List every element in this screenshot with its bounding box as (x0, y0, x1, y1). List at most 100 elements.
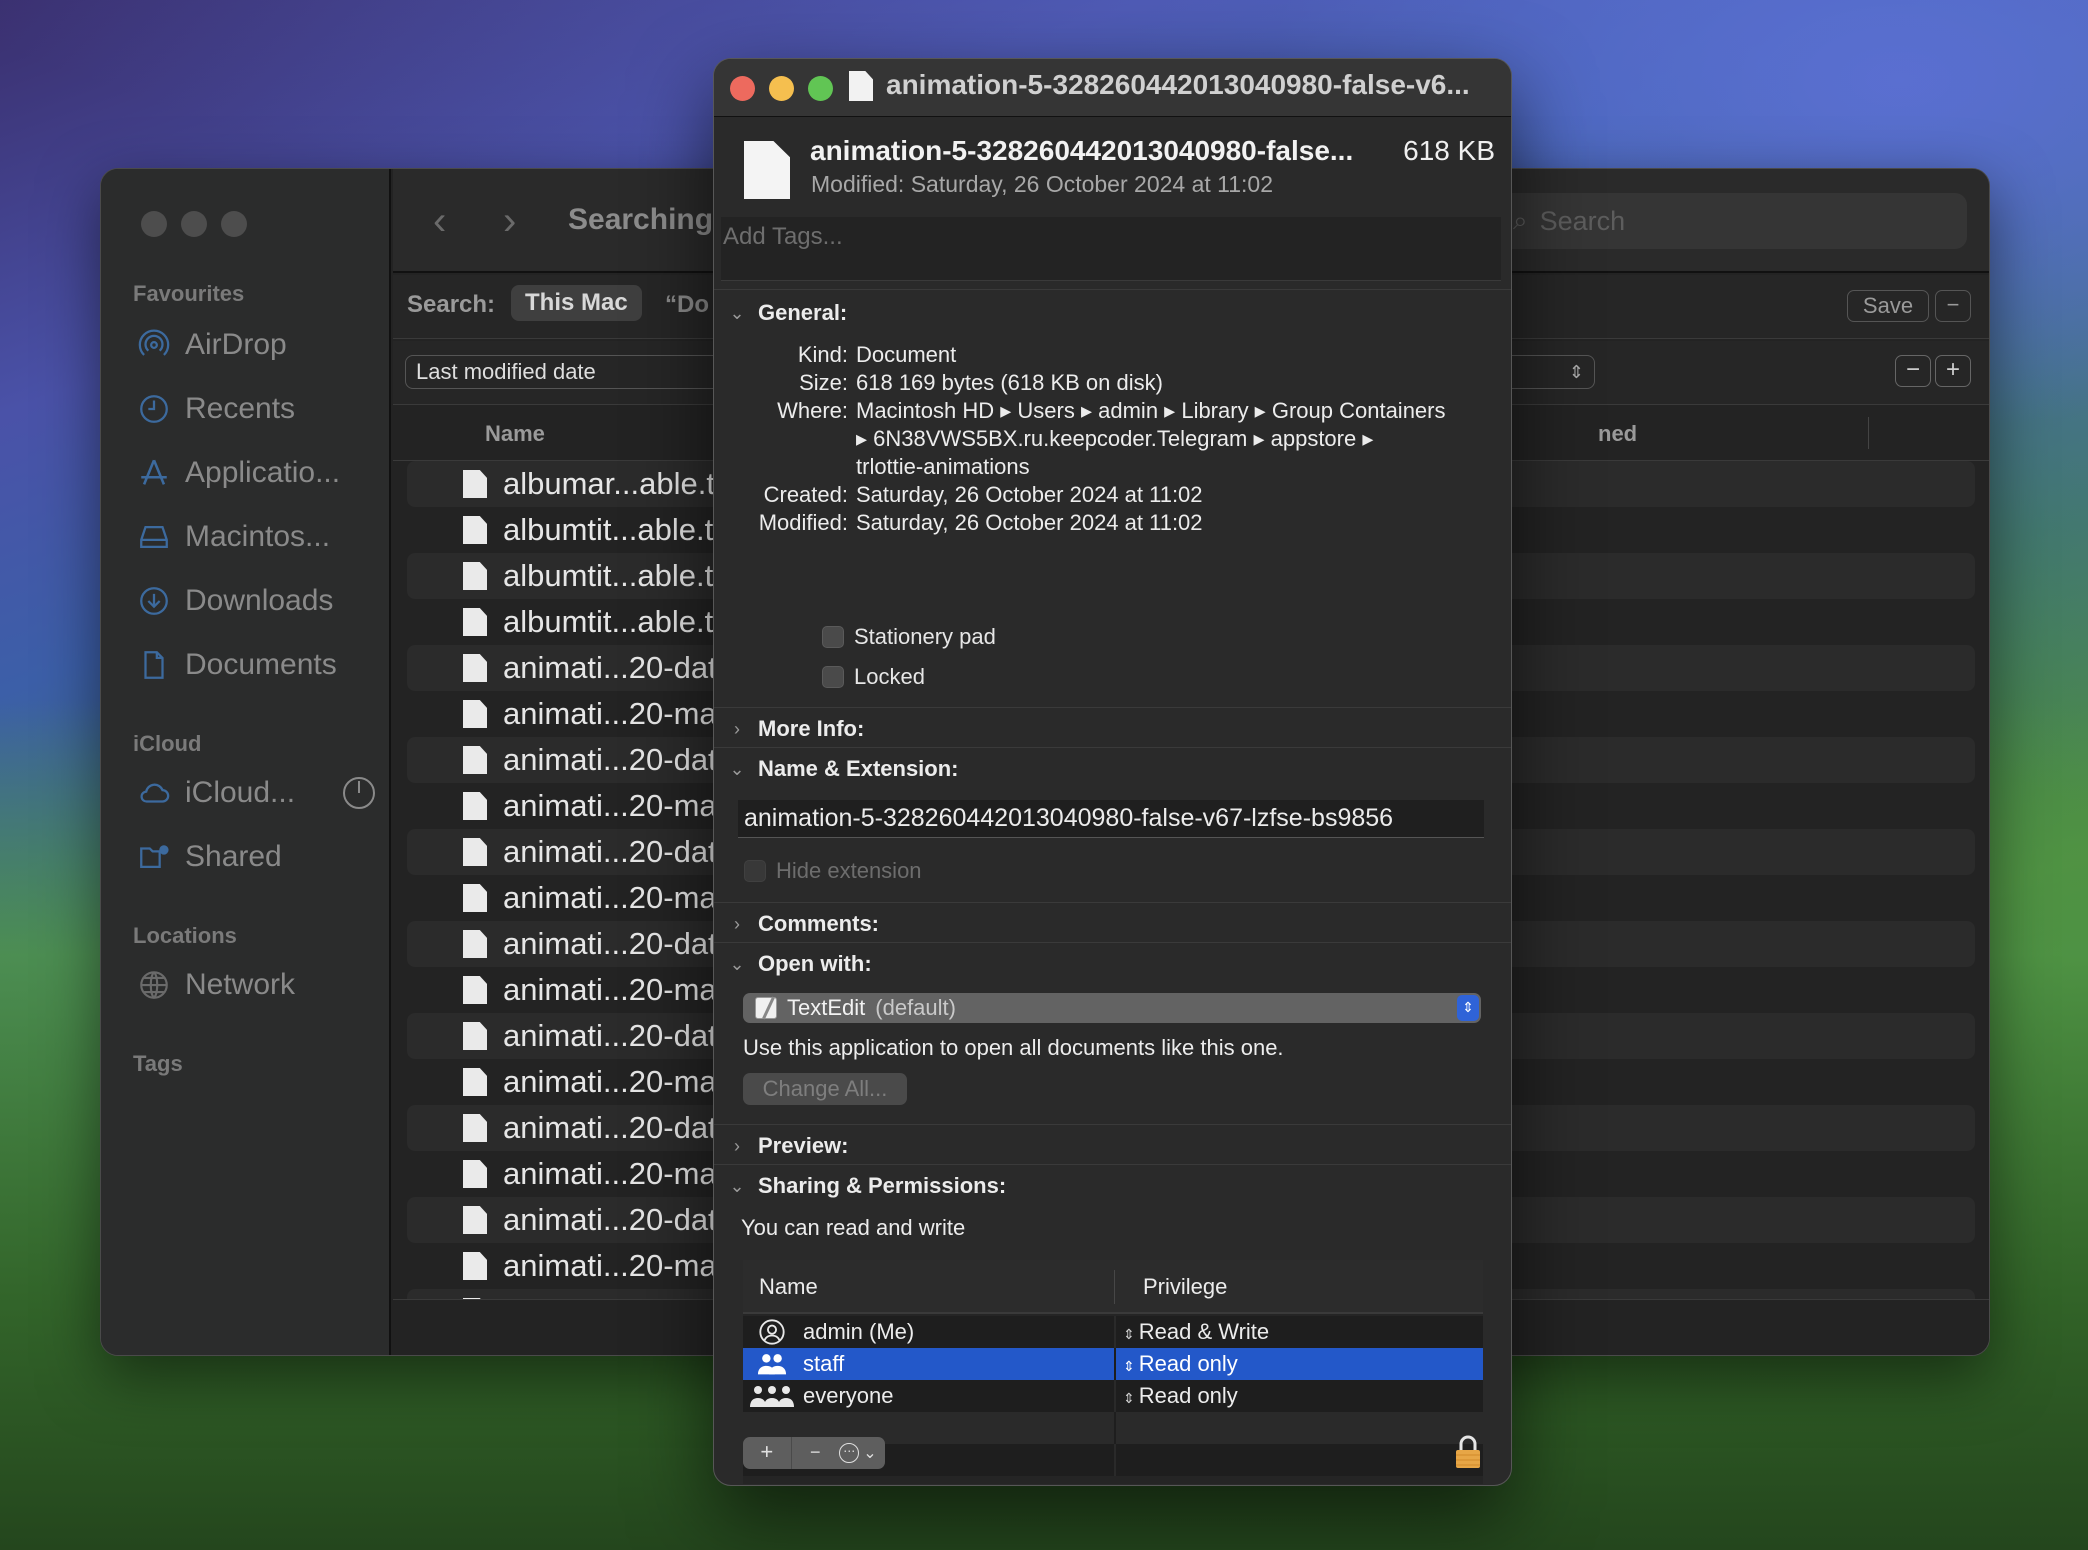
hard-drive-icon (137, 520, 171, 554)
chevron-down-icon: ⌄ (729, 1175, 745, 1196)
file-name: animati...20-dat (503, 650, 717, 685)
checkbox-label: Locked (854, 664, 925, 689)
document-icon (463, 1206, 487, 1234)
document-icon (463, 746, 487, 774)
search-placeholder: Search (1539, 205, 1626, 236)
sidebar-item-shared[interactable]: Shared (137, 835, 282, 879)
applications-icon (137, 456, 171, 490)
sidebar-item-macintosh-hd[interactable]: Macintos... (137, 515, 330, 559)
preview-section-toggle[interactable]: › Preview: (728, 1133, 849, 1159)
created-value: Saturday, 26 October 2024 at 11:02 (856, 482, 1203, 507)
minimize-button[interactable] (181, 211, 207, 237)
open-with-section: ⌄ Open with: TextEdit (default) ⇕ Use th… (714, 942, 1511, 1124)
scope-folder-button[interactable]: “Do (665, 291, 709, 319)
checkbox-box[interactable] (822, 626, 844, 648)
general-section-toggle[interactable]: ⌄ General: (728, 300, 847, 326)
document-icon (463, 792, 487, 820)
back-button[interactable]: ‹ (433, 199, 446, 244)
permissions-toolbar: + − (743, 1437, 839, 1469)
open-with-hint: Use this application to open all documen… (743, 1035, 1284, 1060)
permission-row[interactable]: admin (Me) ⇕ Read & Write (743, 1316, 1483, 1348)
window-controls-inactive (141, 211, 247, 237)
close-button[interactable] (141, 211, 167, 237)
document-icon (463, 976, 487, 1004)
sidebar-item-applications[interactable]: Applicatio... (137, 451, 340, 495)
more-info-section-toggle[interactable]: › More Info: (728, 716, 864, 742)
tags-input[interactable]: Add Tags... (721, 217, 1501, 281)
scope-label: Search: (407, 291, 496, 318)
privilege-value: Read only (1138, 1383, 1238, 1408)
scope-this-mac-button[interactable]: This Mac (511, 285, 642, 321)
section-title: Name & Extension: (758, 756, 959, 781)
file-name: animati...20-ma (503, 1156, 717, 1191)
permission-row-selected[interactable]: staff ⇕ Read only (743, 1348, 1483, 1380)
sidebar-item-network[interactable]: Network (137, 963, 295, 1007)
privilege-select[interactable]: ⇕ Read only (1123, 1383, 1238, 1409)
action-menu-button[interactable]: ⋯ ⌄ (831, 1437, 885, 1469)
remove-scope-button[interactable]: − (1935, 290, 1971, 322)
permission-name: everyone (803, 1383, 894, 1408)
minimize-button[interactable] (769, 76, 794, 101)
stationery-pad-checkbox[interactable]: Stationery pad (822, 624, 996, 650)
checkbox-box[interactable] (822, 666, 844, 688)
file-name: albumtit...able.t (503, 558, 714, 593)
column-header-name[interactable]: Name (485, 421, 545, 447)
more-info-section: › More Info: (714, 707, 1511, 747)
remove-criteria-button[interactable]: − (1895, 355, 1931, 387)
group-icon (757, 1351, 787, 1377)
name-extension-section-toggle[interactable]: ⌄ Name & Extension: (728, 756, 959, 782)
user-icon (757, 1319, 787, 1345)
column-header-date-opened[interactable]: ned (1598, 421, 1637, 447)
checkbox-label: Stationery pad (854, 624, 996, 649)
sidebar-item-icloud-drive[interactable]: iCloud... (137, 771, 376, 815)
comments-section: › Comments: (714, 902, 1511, 942)
everyone-icon (749, 1383, 795, 1409)
privilege-select[interactable]: ⇕ Read only (1123, 1351, 1238, 1377)
preview-section: › Preview: (714, 1124, 1511, 1164)
zoom-button[interactable] (808, 76, 833, 101)
search-field[interactable]: ⌕ Search (1497, 193, 1967, 249)
permissions-table-header: Name Privilege (743, 1260, 1483, 1314)
file-name: animati...20-ma (503, 880, 717, 915)
permission-row[interactable]: everyone ⇕ Read only (743, 1380, 1483, 1412)
chevron-updown-icon: ⇕ (1457, 995, 1479, 1021)
checkbox-box[interactable] (744, 860, 766, 882)
sharing-section-toggle[interactable]: ⌄ Sharing & Permissions: (728, 1173, 1006, 1199)
shared-folder-icon (137, 840, 171, 874)
close-button[interactable] (730, 76, 755, 101)
sidebar-item-label: Network (185, 968, 296, 1001)
where-value-line3: trlottie-animations (856, 454, 1030, 479)
file-name: albumtit...able.t (503, 512, 714, 547)
column-header-privilege[interactable]: Privilege (1143, 1274, 1227, 1300)
document-icon (463, 700, 487, 728)
column-divider[interactable] (1868, 417, 1869, 449)
cloud-icon (137, 776, 171, 810)
download-icon (137, 584, 171, 618)
save-search-button[interactable]: Save (1847, 290, 1929, 322)
change-all-button[interactable]: Change All... (743, 1073, 907, 1105)
add-permission-button[interactable]: + (743, 1437, 792, 1469)
section-title: Open with: (758, 951, 872, 976)
privilege-value: Read & Write (1138, 1319, 1270, 1344)
privilege-select[interactable]: ⇕ Read & Write (1123, 1319, 1269, 1345)
zoom-button[interactable] (221, 211, 247, 237)
sidebar-item-documents[interactable]: Documents (137, 643, 337, 687)
sync-progress-icon (343, 777, 376, 809)
add-criteria-button[interactable]: + (1935, 355, 1971, 387)
document-icon (463, 654, 487, 682)
sidebar-item-downloads[interactable]: Downloads (137, 579, 333, 623)
column-header-name[interactable]: Name (759, 1274, 818, 1300)
sidebar-item-airdrop[interactable]: AirDrop (137, 323, 287, 367)
file-name: animati...20-dat (503, 926, 717, 961)
open-with-section-toggle[interactable]: ⌄ Open with: (728, 951, 872, 977)
hide-extension-checkbox[interactable]: Hide extension (744, 858, 922, 884)
lock-icon[interactable] (1454, 1435, 1482, 1474)
sidebar-section-locations: Locations (133, 923, 237, 948)
sidebar-item-recents[interactable]: Recents (137, 387, 295, 431)
file-name: animati...20-ma (503, 788, 717, 823)
comments-section-toggle[interactable]: › Comments: (728, 911, 879, 937)
open-with-app-select[interactable]: TextEdit (default) ⇕ (743, 993, 1481, 1023)
forward-button[interactable]: › (503, 199, 516, 244)
locked-checkbox[interactable]: Locked (822, 664, 925, 690)
filename-input[interactable]: animation-5-328260442013040980-false-v67… (738, 800, 1484, 838)
